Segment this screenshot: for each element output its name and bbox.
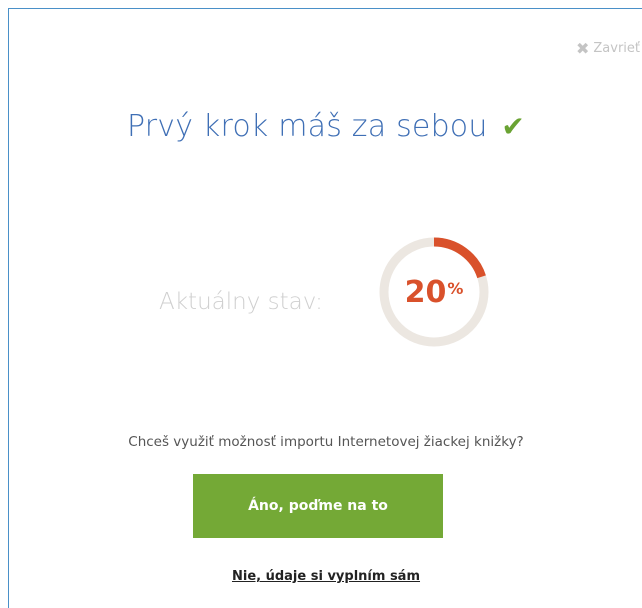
- status-label: Aktuálny stav:: [159, 289, 323, 315]
- progress-value: 20%: [374, 232, 494, 352]
- confirm-import-button[interactable]: Áno, poďme na to: [193, 474, 443, 538]
- close-label: Zavrieť: [593, 41, 640, 56]
- page-title: Prvý krok máš za sebou ✔: [9, 109, 642, 144]
- progress-number: 20: [404, 274, 447, 310]
- fill-manually-link[interactable]: Nie, údaje si vyplním sám: [9, 569, 642, 584]
- progress-gauge: 20%: [374, 232, 494, 352]
- close-button[interactable]: ✖ Zavrieť: [576, 39, 640, 58]
- checkmark-icon: ✔: [501, 110, 525, 143]
- close-icon: ✖: [575, 39, 590, 58]
- title-text: Prvý krok máš za sebou: [126, 109, 488, 144]
- modal-dialog: ✖ Zavrieť Prvý krok máš za sebou ✔ Aktuá…: [8, 8, 642, 608]
- progress-unit: %: [447, 278, 464, 298]
- import-question: Chceš využiť možnosť importu Internetove…: [128, 434, 524, 450]
